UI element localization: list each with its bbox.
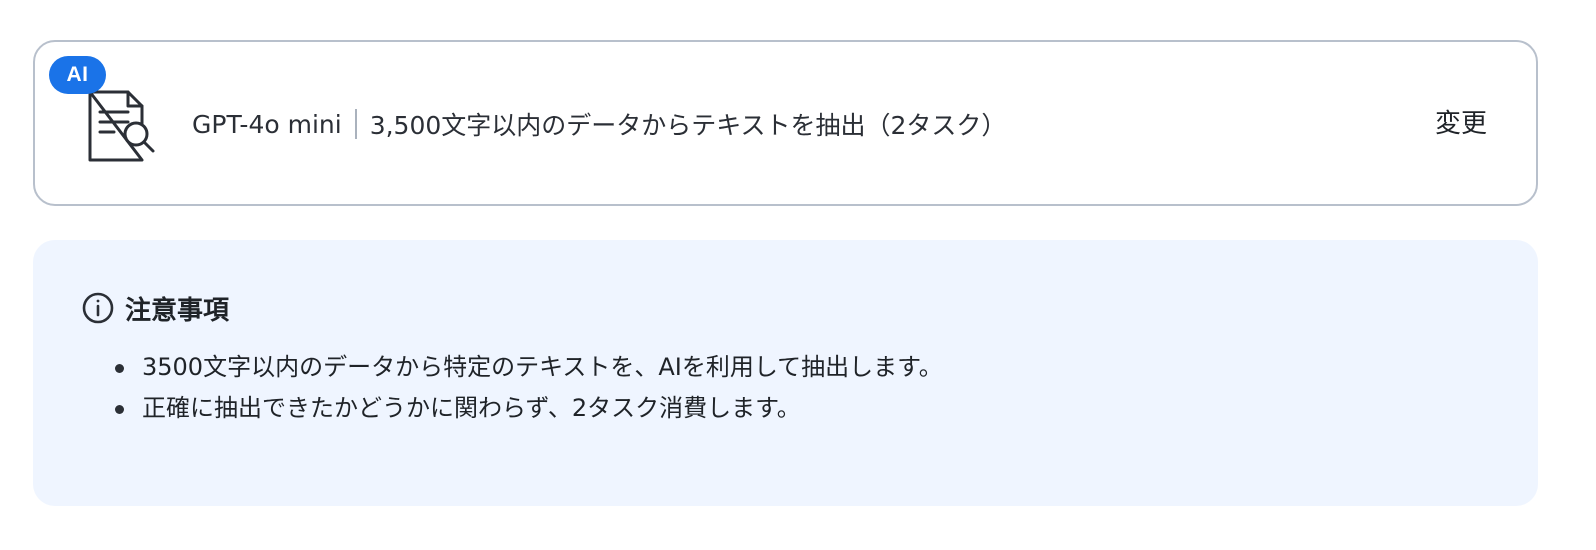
action-summary: GPT-4o mini 3,500文字以内のデータからテキストを抽出（2タスク） — [192, 104, 1006, 144]
document-search-icon — [86, 86, 162, 162]
ai-badge: AI — [49, 56, 106, 94]
separator — [354, 109, 357, 139]
list-item: 3500文字以内のデータから特定のテキストを、AIを利用して抽出します。 — [111, 347, 943, 388]
notice-title: 注意事項 — [125, 295, 230, 326]
bullet — [115, 405, 124, 414]
list-item: 正確に抽出できたかどうかに関わらず、2タスク消費します。 — [111, 388, 943, 429]
list-item-text: 正確に抽出できたかどうかに関わらず、2タスク消費します。 — [142, 394, 801, 422]
info-icon — [82, 292, 114, 324]
change-button[interactable]: 変更 — [1435, 104, 1487, 144]
list-item-text: 3500文字以内のデータから特定のテキストを、AIを利用して抽出します。 — [142, 353, 943, 381]
ai-action-card: AI GPT-4o mini 3,500文字以内のデータからテキストを抽出（2タ… — [33, 40, 1538, 206]
model-name: GPT-4o mini — [192, 109, 342, 139]
bullet — [115, 364, 124, 373]
notice-list: 3500文字以内のデータから特定のテキストを、AIを利用して抽出します。 正確に… — [111, 347, 943, 429]
notice-panel: 注意事項 3500文字以内のデータから特定のテキストを、AIを利用して抽出します… — [33, 240, 1538, 506]
notice-header: 注意事項 — [81, 288, 229, 328]
action-description: 3,500文字以内のデータからテキストを抽出（2タスク） — [369, 111, 1007, 140]
